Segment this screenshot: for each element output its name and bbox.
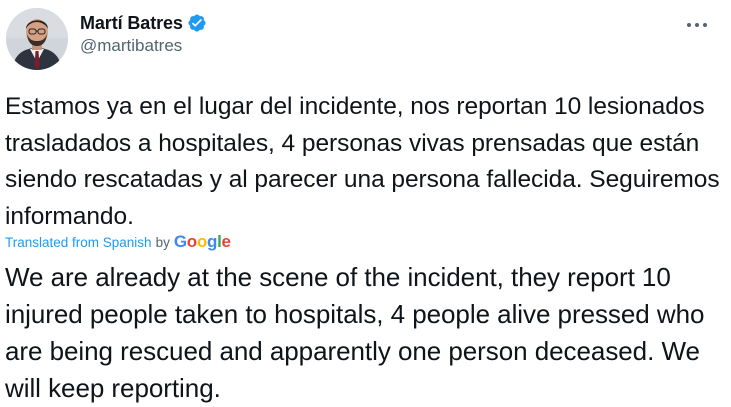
translated-text: We are already at the scene of the incid…: [5, 262, 705, 403]
author-block[interactable]: Martí Batres @martibatres: [80, 10, 207, 56]
author-name-row: Martí Batres: [80, 10, 207, 36]
profile-photo: [6, 8, 68, 70]
avatar[interactable]: [6, 8, 68, 70]
author-name[interactable]: Martí Batres: [80, 13, 183, 34]
translated-by-label: by: [155, 234, 170, 250]
google-logo: Google: [173, 232, 231, 251]
more-horizontal-icon: [687, 23, 707, 27]
verified-badge-icon: [188, 14, 206, 32]
translation-attribution[interactable]: Translated from Spanish by Google: [5, 232, 231, 252]
author-handle: @martibatres: [80, 36, 183, 55]
more-options-button[interactable]: [680, 14, 714, 36]
translated-from-label[interactable]: Translated from Spanish: [5, 235, 152, 250]
tweet-text: Estamos ya en el lugar del incidente, no…: [5, 93, 720, 230]
